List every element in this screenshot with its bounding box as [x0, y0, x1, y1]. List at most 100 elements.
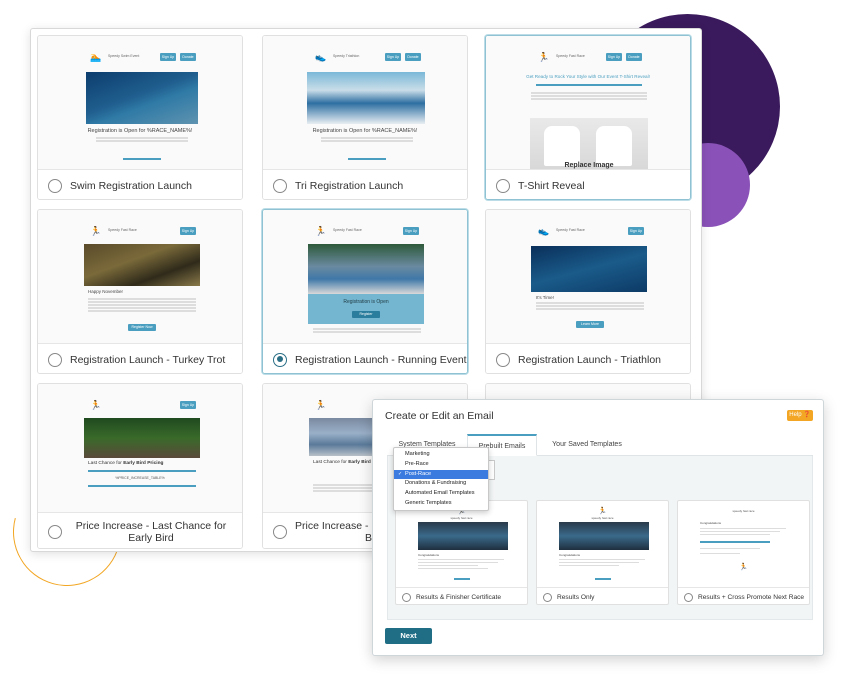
- template-label: Swim Registration Launch: [70, 179, 192, 192]
- template-radio[interactable]: [496, 352, 510, 367]
- preview-hero-image: [307, 72, 425, 124]
- template-card-turkey-trot[interactable]: 🏃 Speedy Fast Race Sign Up Happy Novembe…: [37, 209, 243, 374]
- preview-tshirt-image: Replace Image: [530, 118, 648, 169]
- template-label: Registration Launch - Triathlon: [518, 353, 661, 366]
- preview-signup-button: Sign Up: [385, 53, 401, 61]
- template-card-price-increase[interactable]: 🏃 Sign Up Last Chance for Early Bird Pri…: [37, 383, 243, 549]
- preview-cta-button: Register Now: [128, 324, 156, 331]
- runner-logo-icon: 🏃: [90, 400, 102, 410]
- template-radio[interactable]: [48, 524, 62, 539]
- template-card-running-event[interactable]: 🏃 Speedy Fast Race Sign Up Registration …: [262, 209, 468, 374]
- dropdown-option-automated[interactable]: Automated Email Templates: [394, 489, 488, 499]
- preview-body-text: [313, 328, 421, 333]
- template-preview: 🏃 Speedy Fast Race Sign Up Donate Get Re…: [486, 36, 690, 169]
- preview-brand: Speedy Fast Race: [108, 228, 137, 232]
- runner-logo-icon: 🏃: [315, 226, 327, 236]
- template-label: Results + Cross Promote Next Race: [698, 593, 805, 601]
- preview-brand: Speedy Fast Race: [333, 228, 362, 232]
- next-button[interactable]: Next: [385, 628, 432, 644]
- preview-brand: speedy fast race: [591, 516, 614, 520]
- shoe-logo-icon: 👟: [538, 226, 550, 236]
- template-radio[interactable]: [402, 592, 411, 602]
- prebuilt-card-results-certificate[interactable]: 🏃 speedy fast race Congratulations Resul…: [395, 500, 528, 605]
- replace-image-overlay: Replace Image: [564, 162, 614, 169]
- preview-divider: [88, 485, 196, 487]
- template-preview: 🏃 speedy fast race Congratulations: [537, 501, 668, 587]
- template-preview: 🏊 Speedy Swim Event Sign Up Donate Regis…: [38, 36, 242, 169]
- dropdown-select-edge: [489, 460, 495, 480]
- preview-banner-text: Registration is Open: [343, 299, 389, 305]
- runner-logo-icon: 🏃: [315, 400, 327, 410]
- preview-hero-image: [86, 72, 198, 124]
- preview-divider: [348, 158, 386, 160]
- preview-hero-image: [84, 418, 200, 458]
- preview-greeting: Congratulations: [559, 553, 581, 557]
- prebuilt-card-results-only[interactable]: 🏃 speedy fast race Congratulations Resul…: [536, 500, 669, 605]
- preview-heading: It's Time!: [536, 295, 554, 300]
- preview-title: Registration is Open for %RACE_NAME%!: [312, 128, 418, 134]
- preview-body-text: [531, 92, 647, 100]
- template-label: Results Only: [557, 593, 595, 601]
- template-label: Results & Finisher Certificate: [416, 593, 502, 601]
- preview-brand: Speedy Fast Race: [556, 228, 585, 232]
- preview-brand: speedy fast race: [732, 509, 755, 513]
- preview-divider: [88, 470, 196, 472]
- template-preview: 🏃 Speedy Fast Race Sign Up Happy Novembe…: [38, 210, 242, 343]
- template-radio[interactable]: [48, 352, 62, 367]
- template-label: Tri Registration Launch: [295, 179, 404, 192]
- preview-cta-button: Register: [352, 311, 380, 318]
- preview-signup-button: Sign Up: [606, 53, 622, 61]
- template-card-tri-registration[interactable]: 👟 Speedy Triathlon Sign Up Donate Regist…: [262, 35, 468, 200]
- preview-body-text: [536, 302, 644, 310]
- template-preview: 👟 Speedy Fast Race Sign Up It's Time! Le…: [486, 210, 690, 343]
- help-icon: ❓: [803, 412, 811, 418]
- help-button[interactable]: Help ❓: [787, 410, 813, 421]
- preview-title: Last Chance for Early Bird P: [313, 460, 376, 465]
- runner-logo-icon: 🏃: [538, 52, 550, 62]
- template-label: Registration Launch - Turkey Trot: [70, 353, 226, 366]
- preview-greeting: Congratulations: [418, 553, 440, 557]
- preview-body-text: [321, 137, 413, 142]
- template-radio-selected[interactable]: [273, 352, 287, 367]
- dropdown-option-marketing[interactable]: Marketing: [394, 450, 488, 460]
- preview-brand: speedy fast race: [450, 516, 473, 520]
- preview-hero-image: [308, 244, 424, 294]
- category-dropdown[interactable]: Marketing Pre-Race Post-Race Donations &…: [393, 447, 489, 511]
- dropdown-option-post-race[interactable]: Post-Race: [394, 469, 488, 480]
- prebuilt-card-results-cross-promote[interactable]: speedy fast race Congratulations 🏃 Resul…: [677, 500, 810, 605]
- template-radio[interactable]: [543, 592, 552, 602]
- preview-banner: Registration is Open Register: [308, 294, 424, 324]
- dropdown-option-donations[interactable]: Donations & Fundraising: [394, 479, 488, 489]
- preview-signup-button: Sign Up: [403, 227, 419, 235]
- template-radio[interactable]: [496, 178, 510, 193]
- template-card-tshirt-reveal[interactable]: 🏃 Speedy Fast Race Sign Up Donate Get Re…: [485, 35, 691, 200]
- template-radio[interactable]: [273, 524, 287, 539]
- preview-hero-image: [418, 522, 508, 550]
- template-preview: 🏃 Sign Up Last Chance for Early Bird Pri…: [38, 384, 242, 512]
- template-label: Price Increase - Last Chance for Early B…: [75, 519, 227, 544]
- preview-greeting: Congratulations: [700, 521, 722, 525]
- template-label: Price Increase - La Bird: [295, 519, 384, 544]
- template-radio[interactable]: [273, 178, 287, 193]
- preview-signup-button: Sign Up: [160, 53, 176, 61]
- template-radio[interactable]: [48, 178, 62, 193]
- template-preview: 🏃 speedy fast race Congratulations: [396, 501, 527, 587]
- dropdown-option-generic[interactable]: Generic Templates: [394, 499, 488, 509]
- preview-hero-image: [84, 244, 200, 286]
- preview-hero-image: [531, 246, 647, 292]
- template-card-swim-registration[interactable]: 🏊 Speedy Swim Event Sign Up Donate Regis…: [37, 35, 243, 200]
- tab-saved-templates[interactable]: Your Saved Templates: [537, 434, 637, 456]
- preview-signup-button: Sign Up: [628, 227, 644, 235]
- preview-hero-image: [559, 522, 649, 550]
- template-radio[interactable]: [684, 592, 693, 602]
- runner-logo-icon: 🏃: [90, 226, 102, 236]
- dropdown-option-pre-race[interactable]: Pre-Race: [394, 460, 488, 470]
- template-card-triathlon[interactable]: 👟 Speedy Fast Race Sign Up It's Time! Le…: [485, 209, 691, 374]
- preview-signup-button: Sign Up: [180, 227, 196, 235]
- template-preview: speedy fast race Congratulations 🏃: [678, 501, 809, 587]
- preview-title: Registration is Open for %RACE_NAME%!: [87, 128, 193, 134]
- swimmer-logo-icon: 🏊: [90, 52, 102, 62]
- shoe-logo-icon: 👟: [315, 52, 327, 62]
- preview-title: Last Chance for Early Bird Pricing: [88, 461, 164, 466]
- preview-title: Get Ready to Rock Your Style with Our Ev…: [526, 74, 650, 79]
